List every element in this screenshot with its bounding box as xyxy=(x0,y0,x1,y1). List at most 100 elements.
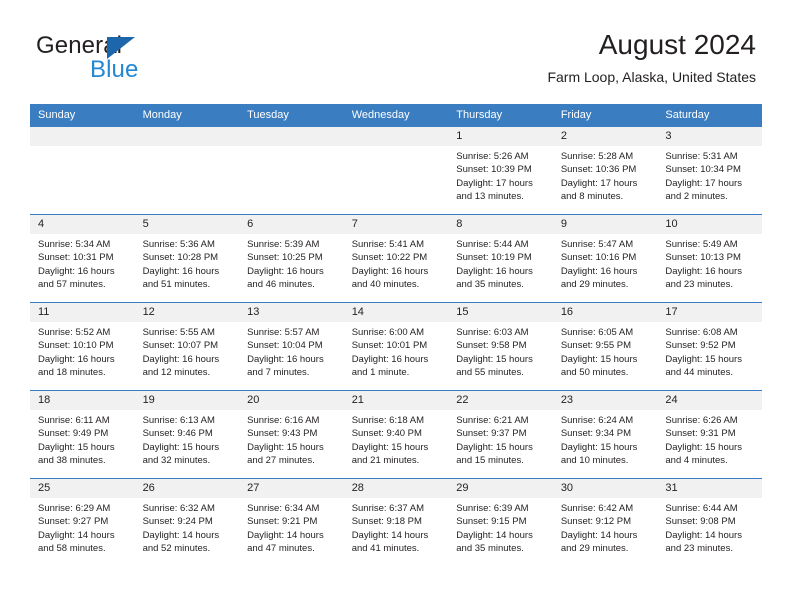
day-cell[interactable]: 30 Sunrise: 6:42 AM Sunset: 9:12 PM Dayl… xyxy=(552,478,658,566)
daylight-text-line1: Daylight: 16 hours xyxy=(351,353,429,365)
calendar-page: General Blue August 2024 Farm Loop, Alas… xyxy=(0,0,792,612)
sunset-text: Sunset: 10:39 PM xyxy=(456,164,532,176)
day-cell[interactable]: 28 Sunrise: 6:37 AM Sunset: 9:18 PM Dayl… xyxy=(343,478,449,566)
daylight-text-line1: Daylight: 16 hours xyxy=(38,353,115,365)
day-number: 30 xyxy=(552,479,658,498)
day-details: Sunrise: 6:16 AM Sunset: 9:43 PM Dayligh… xyxy=(239,410,344,468)
sunset-text: Sunset: 9:58 PM xyxy=(456,340,527,352)
daylight-text-line2: and 32 minutes. xyxy=(142,455,211,467)
day-number xyxy=(30,127,135,146)
day-details: Sunrise: 5:57 AM Sunset: 10:04 PM Daylig… xyxy=(239,322,344,380)
day-cell[interactable]: 25 Sunrise: 6:29 AM Sunset: 9:27 PM Dayl… xyxy=(30,478,135,566)
day-cell[interactable]: 1 Sunrise: 5:26 AM Sunset: 10:39 PM Dayl… xyxy=(448,127,553,215)
day-cell[interactable]: 16 Sunrise: 6:05 AM Sunset: 9:55 PM Dayl… xyxy=(552,302,658,391)
sunrise-text: Sunrise: 5:55 AM xyxy=(142,327,215,338)
day-cell[interactable] xyxy=(30,127,135,215)
daylight-text-line1: Daylight: 17 hours xyxy=(560,177,638,189)
day-cell[interactable]: 27 Sunrise: 6:34 AM Sunset: 9:21 PM Dayl… xyxy=(239,478,344,566)
sunset-text: Sunset: 9:31 PM xyxy=(665,428,736,440)
day-cell[interactable]: 23 Sunrise: 6:24 AM Sunset: 9:34 PM Dayl… xyxy=(552,390,658,479)
day-cell[interactable]: 14 Sunrise: 6:00 AM Sunset: 10:01 PM Day… xyxy=(343,302,449,391)
sunset-text: Sunset: 9:40 PM xyxy=(351,428,422,440)
daylight-text-line2: and 46 minutes. xyxy=(247,279,315,291)
day-cell[interactable]: 20 Sunrise: 6:16 AM Sunset: 9:43 PM Dayl… xyxy=(239,390,344,479)
sunrise-text: Sunrise: 5:31 AM xyxy=(665,151,738,162)
day-details: Sunrise: 6:42 AM Sunset: 9:12 PM Dayligh… xyxy=(553,498,658,556)
day-details: Sunrise: 6:29 AM Sunset: 9:27 PM Dayligh… xyxy=(30,498,135,556)
daylight-text-line1: Daylight: 14 hours xyxy=(351,529,429,541)
sunset-text: Sunset: 10:04 PM xyxy=(247,340,323,352)
daylight-text-line1: Daylight: 14 hours xyxy=(456,529,533,541)
sunset-text: Sunset: 10:01 PM xyxy=(351,340,428,352)
daylight-text-line1: Daylight: 16 hours xyxy=(142,265,220,277)
day-cell[interactable]: 6 Sunrise: 5:39 AM Sunset: 10:25 PM Dayl… xyxy=(239,214,344,303)
daylight-text-line2: and 18 minutes. xyxy=(38,367,106,379)
day-cell[interactable]: 17 Sunrise: 6:08 AM Sunset: 9:52 PM Dayl… xyxy=(657,302,762,391)
day-cell[interactable]: 11 Sunrise: 5:52 AM Sunset: 10:10 PM Day… xyxy=(30,302,135,391)
day-details: Sunrise: 6:39 AM Sunset: 9:15 PM Dayligh… xyxy=(448,498,553,556)
day-cell[interactable]: 9 Sunrise: 5:47 AM Sunset: 10:16 PM Dayl… xyxy=(552,214,658,303)
day-cell[interactable] xyxy=(343,127,449,215)
day-cell[interactable]: 26 Sunrise: 6:32 AM Sunset: 9:24 PM Dayl… xyxy=(134,478,240,566)
day-cell[interactable]: 8 Sunrise: 5:44 AM Sunset: 10:19 PM Dayl… xyxy=(448,214,553,303)
daylight-text-line2: and 52 minutes. xyxy=(142,543,211,555)
day-cell[interactable]: 12 Sunrise: 5:55 AM Sunset: 10:07 PM Day… xyxy=(134,302,240,391)
calendar-header-row: Sunday Monday Tuesday Wednesday Thursday… xyxy=(30,104,762,127)
sunset-text: Sunset: 10:31 PM xyxy=(38,252,114,264)
sunrise-text: Sunrise: 6:21 AM xyxy=(456,415,529,426)
daylight-text-line1: Daylight: 15 hours xyxy=(665,353,742,365)
day-cell[interactable]: 2 Sunrise: 5:28 AM Sunset: 10:36 PM Dayl… xyxy=(552,127,658,215)
day-cell[interactable]: 13 Sunrise: 5:57 AM Sunset: 10:04 PM Day… xyxy=(239,302,344,391)
day-cell[interactable] xyxy=(239,127,344,215)
daylight-text-line2: and 23 minutes. xyxy=(665,543,733,555)
sunrise-text: Sunrise: 6:42 AM xyxy=(560,503,634,514)
day-number: 28 xyxy=(343,479,449,498)
day-details xyxy=(344,146,449,150)
day-details: Sunrise: 6:24 AM Sunset: 9:34 PM Dayligh… xyxy=(553,410,658,468)
calendar-grid: Sunday Monday Tuesday Wednesday Thursday… xyxy=(30,104,762,566)
day-details: Sunrise: 5:34 AM Sunset: 10:31 PM Daylig… xyxy=(30,234,135,292)
calendar-table: Sunday Monday Tuesday Wednesday Thursday… xyxy=(30,104,762,566)
sunset-text: Sunset: 9:37 PM xyxy=(456,428,527,440)
calendar-body: 1 Sunrise: 5:26 AM Sunset: 10:39 PM Dayl… xyxy=(30,127,762,566)
day-cell[interactable]: 24 Sunrise: 6:26 AM Sunset: 9:31 PM Dayl… xyxy=(657,390,762,479)
sunrise-text: Sunrise: 5:52 AM xyxy=(38,327,111,338)
day-cell[interactable]: 29 Sunrise: 6:39 AM Sunset: 9:15 PM Dayl… xyxy=(448,478,553,566)
day-number: 24 xyxy=(657,391,762,410)
day-cell[interactable]: 5 Sunrise: 5:36 AM Sunset: 10:28 PM Dayl… xyxy=(134,214,240,303)
day-cell[interactable]: 31 Sunrise: 6:44 AM Sunset: 9:08 PM Dayl… xyxy=(657,478,762,566)
day-details: Sunrise: 6:37 AM Sunset: 9:18 PM Dayligh… xyxy=(344,498,449,556)
daylight-text-line2: and 13 minutes. xyxy=(456,191,524,203)
sunset-text: Sunset: 10:28 PM xyxy=(142,252,219,264)
sunrise-text: Sunrise: 6:11 AM xyxy=(38,415,110,426)
week-row: 11 Sunrise: 5:52 AM Sunset: 10:10 PM Day… xyxy=(30,302,762,391)
day-cell[interactable]: 3 Sunrise: 5:31 AM Sunset: 10:34 PM Dayl… xyxy=(657,127,762,215)
day-cell[interactable]: 4 Sunrise: 5:34 AM Sunset: 10:31 PM Dayl… xyxy=(30,214,135,303)
sunset-text: Sunset: 10:25 PM xyxy=(247,252,323,264)
day-cell[interactable] xyxy=(134,127,240,215)
sunset-text: Sunset: 10:10 PM xyxy=(38,340,114,352)
daylight-text-line1: Daylight: 14 hours xyxy=(38,529,115,541)
day-cell[interactable]: 22 Sunrise: 6:21 AM Sunset: 9:37 PM Dayl… xyxy=(448,390,553,479)
daylight-text-line1: Daylight: 14 hours xyxy=(560,529,638,541)
day-details: Sunrise: 6:34 AM Sunset: 9:21 PM Dayligh… xyxy=(239,498,344,556)
general-blue-logo[interactable]: General Blue xyxy=(36,33,236,85)
daylight-text-line2: and 58 minutes. xyxy=(38,543,106,555)
day-details: Sunrise: 6:03 AM Sunset: 9:58 PM Dayligh… xyxy=(448,322,553,380)
day-number: 12 xyxy=(134,303,240,322)
day-cell[interactable]: 21 Sunrise: 6:18 AM Sunset: 9:40 PM Dayl… xyxy=(343,390,449,479)
day-cell[interactable]: 10 Sunrise: 5:49 AM Sunset: 10:13 PM Day… xyxy=(657,214,762,303)
day-details: Sunrise: 6:11 AM Sunset: 9:49 PM Dayligh… xyxy=(30,410,135,468)
day-number: 8 xyxy=(448,215,553,234)
daylight-text-line1: Daylight: 15 hours xyxy=(560,353,638,365)
daylight-text-line2: and 12 minutes. xyxy=(142,367,211,379)
day-details: Sunrise: 6:13 AM Sunset: 9:46 PM Dayligh… xyxy=(135,410,240,468)
weekday-header-friday: Friday xyxy=(552,104,658,127)
day-number: 15 xyxy=(448,303,553,322)
day-cell[interactable]: 19 Sunrise: 6:13 AM Sunset: 9:46 PM Dayl… xyxy=(134,390,240,479)
sunset-text: Sunset: 10:07 PM xyxy=(142,340,219,352)
day-cell[interactable]: 15 Sunrise: 6:03 AM Sunset: 9:58 PM Dayl… xyxy=(448,302,553,391)
day-cell[interactable]: 7 Sunrise: 5:41 AM Sunset: 10:22 PM Dayl… xyxy=(343,214,449,303)
day-details: Sunrise: 5:31 AM Sunset: 10:34 PM Daylig… xyxy=(657,146,762,204)
day-cell[interactable]: 18 Sunrise: 6:11 AM Sunset: 9:49 PM Dayl… xyxy=(30,390,135,479)
